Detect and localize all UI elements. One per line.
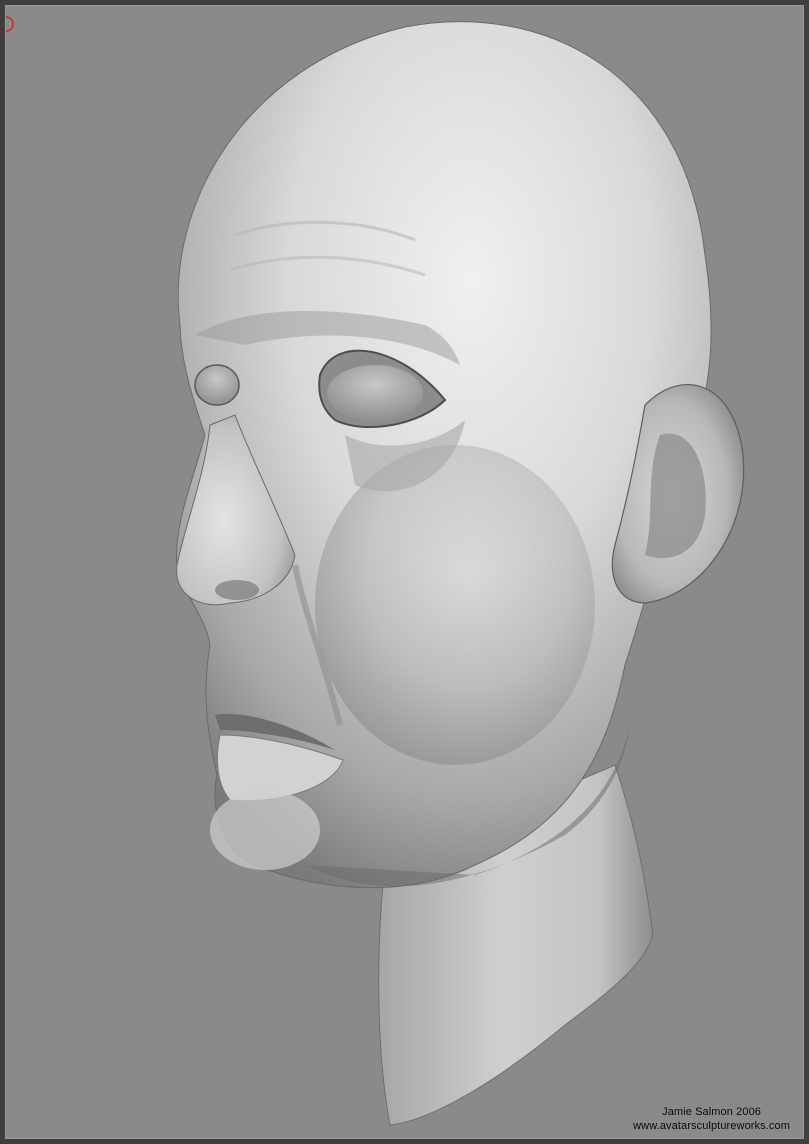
credits: Jamie Salmon 2006 www.avatarsculpturewor… [633,1105,790,1133]
author-credit: Jamie Salmon 2006 [662,1106,762,1118]
nostril [215,580,259,600]
cheek [315,445,595,765]
near-eye [327,365,423,421]
far-eye [194,364,240,406]
render-viewport[interactable]: Jamie Salmon 2006 www.avatarsculpturewor… [0,0,809,1144]
website-credit: www.avatarsculptureworks.com [633,1120,790,1132]
sculpted-head [176,21,745,1126]
chin [210,790,320,870]
